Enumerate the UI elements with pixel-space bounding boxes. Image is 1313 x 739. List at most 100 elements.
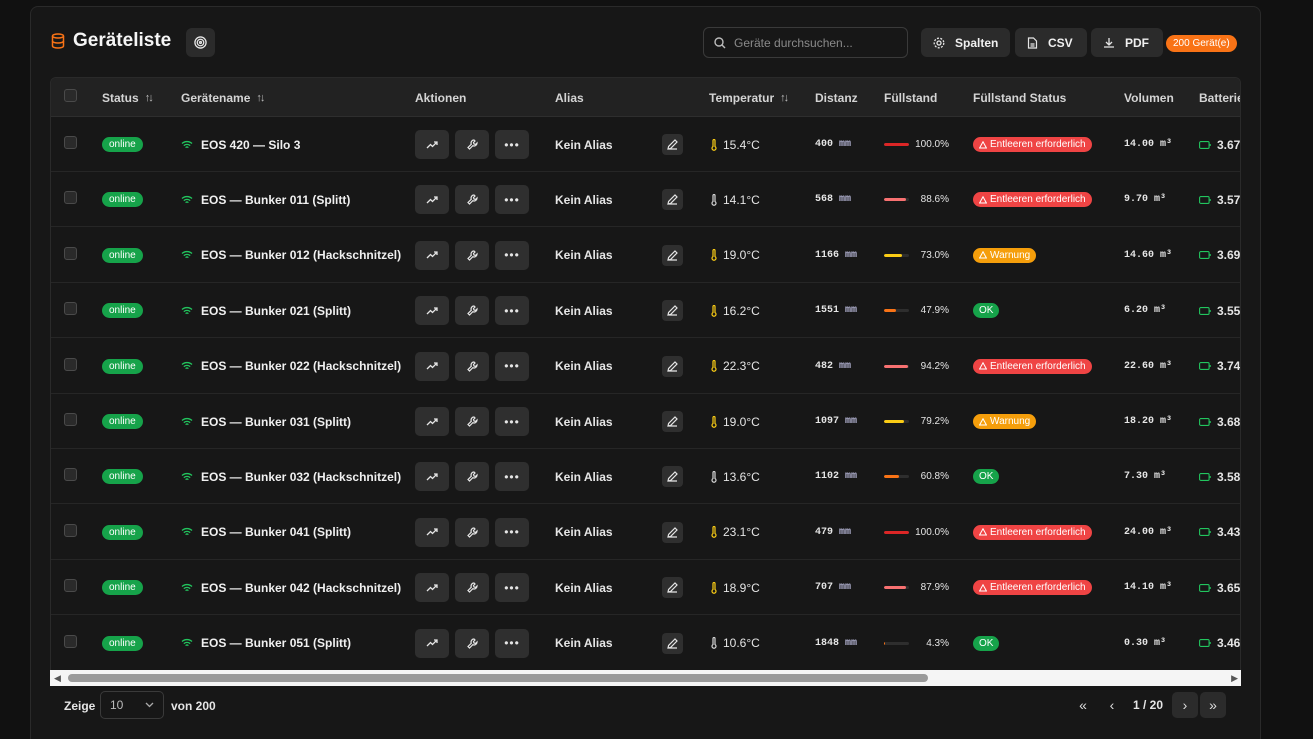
first-page-button[interactable]: « [1070,692,1096,718]
config-button[interactable] [455,351,489,381]
table-row[interactable]: online EOS — Bunker 031 (Splitt) ••• Kein A… [51,394,1240,449]
temperature-cell: 19.0°C [711,394,760,449]
chart-button[interactable] [415,240,449,270]
next-page-button[interactable]: › [1172,692,1198,718]
config-button[interactable] [455,407,489,436]
edit-alias-button[interactable] [662,577,683,599]
col-temperature[interactable]: Temperatur ↑↓ [709,91,789,105]
table-row[interactable]: online EOS — Bunker 032 (Hackschnitzel) ••… [51,449,1240,505]
config-button[interactable] [455,517,489,547]
columns-button[interactable]: Spalten [921,28,1011,57]
more-button[interactable]: ••• [495,407,529,436]
edit-alias-button[interactable] [662,189,683,211]
edit-alias-button[interactable] [662,632,683,654]
row-checkbox[interactable] [64,468,77,482]
row-checkbox[interactable] [64,579,77,593]
row-checkbox[interactable] [64,634,77,648]
more-button[interactable]: ••• [495,240,529,270]
device-name-cell[interactable]: EOS — Bunker 042 (Hackschnitzel) [181,560,401,615]
row-checkbox[interactable] [64,136,77,149]
chart-button[interactable] [415,517,449,547]
temperature-cell: 14.1°C [711,172,760,227]
device-name-cell[interactable]: EOS — Bunker 022 (Hackschnitzel) [181,339,401,394]
config-button[interactable] [455,628,489,658]
config-button[interactable] [455,573,489,603]
config-button[interactable] [455,296,489,326]
search-input[interactable] [734,35,894,50]
alias-cell: Kein Alias [555,505,613,560]
device-name-cell[interactable]: EOS — Bunker 051 (Splitt) [181,616,351,671]
edit-alias-button[interactable] [662,355,683,377]
device-name-cell[interactable]: EOS — Bunker 012 (Hackschnitzel) [181,228,401,283]
pdf-button[interactable]: PDF [1091,28,1163,57]
fill-cell: 94.2% [884,339,949,394]
table-row[interactable]: online EOS 420 — Silo 3 ••• Kein Alias 15.4°… [51,117,1240,172]
more-button[interactable]: ••• [495,296,529,326]
table-row[interactable]: online EOS — Bunker 012 (Hackschnitzel) ••… [51,228,1240,283]
device-name-cell[interactable]: EOS 420 — Silo 3 [181,117,300,172]
config-button[interactable] [455,130,489,159]
page-size-select[interactable]: 10 [100,691,164,719]
status-cell: online [102,339,143,394]
col-status-label: Status [102,91,139,105]
row-checkbox[interactable] [64,357,77,371]
chart-button[interactable] [415,351,449,381]
row-checkbox[interactable] [64,302,77,316]
chart-button[interactable] [415,628,449,658]
config-button[interactable] [455,462,489,492]
scroll-thumb[interactable] [68,674,928,682]
chart-button[interactable] [415,462,449,492]
chart-button[interactable] [415,407,449,436]
device-name-cell[interactable]: EOS — Bunker 031 (Splitt) [181,394,351,449]
more-button[interactable]: ••• [495,462,529,492]
battery-cell: 3.68 [1199,394,1240,449]
config-button[interactable] [455,185,489,215]
edit-alias-button[interactable] [662,244,683,266]
edit-alias-button[interactable] [662,134,683,155]
table-row[interactable]: online EOS — Bunker 011 (Splitt) ••• Kein A… [51,172,1240,228]
fill-status-cell: Entleeren erforderlich [973,172,1092,227]
row-checkbox[interactable] [64,413,77,426]
col-status[interactable]: Status ↑↓ [102,91,154,105]
more-button[interactable]: ••• [495,351,529,381]
edit-alias-button[interactable] [662,466,683,488]
battery-icon [1199,140,1211,149]
device-name-cell[interactable]: EOS — Bunker 021 (Splitt) [181,283,351,338]
edit-alias-button[interactable] [662,300,683,322]
row-checkbox[interactable] [64,191,77,205]
table-row[interactable]: online EOS — Bunker 041 (Splitt) ••• Kein A… [51,505,1240,560]
row-checkbox[interactable] [64,246,77,260]
config-button[interactable] [455,240,489,270]
chart-button[interactable] [415,573,449,603]
horizontal-scrollbar[interactable]: ◀ ▶ [50,670,1241,686]
distance-cell: 482 mm [815,339,851,394]
sensor-toggle-button[interactable] [186,28,215,57]
table-row[interactable]: online EOS — Bunker 021 (Splitt) ••• Kein A… [51,283,1240,339]
select-all-checkbox[interactable] [64,89,77,102]
chart-button[interactable] [415,130,449,159]
prev-page-button[interactable]: ‹ [1099,692,1125,718]
scroll-right-icon[interactable]: ▶ [1231,673,1238,684]
table-row[interactable]: online EOS — Bunker 022 (Hackschnitzel) ••… [51,339,1240,394]
more-button[interactable]: ••• [495,573,529,603]
pencil-icon [667,305,678,316]
more-button[interactable]: ••• [495,130,529,159]
device-name-cell[interactable]: EOS — Bunker 011 (Splitt) [181,172,350,227]
edit-alias-button[interactable] [662,411,683,432]
scroll-left-icon[interactable]: ◀ [54,673,61,684]
device-name-cell[interactable]: EOS — Bunker 041 (Splitt) [181,505,351,560]
device-name-cell[interactable]: EOS — Bunker 032 (Hackschnitzel) [181,449,401,504]
more-button[interactable]: ••• [495,185,529,215]
edit-alias-button[interactable] [662,521,683,543]
col-name[interactable]: Gerätename ↑↓ [181,91,265,105]
chart-button[interactable] [415,185,449,215]
chart-button[interactable] [415,296,449,326]
fill-percent: 79.2% [920,416,949,427]
row-checkbox[interactable] [64,523,77,537]
table-row[interactable]: online EOS — Bunker 051 (Splitt) ••• Kein A… [51,616,1240,671]
last-page-button[interactable]: » [1200,692,1226,718]
more-button[interactable]: ••• [495,628,529,658]
more-button[interactable]: ••• [495,517,529,547]
table-row[interactable]: online EOS — Bunker 042 (Hackschnitzel) ••… [51,560,1240,616]
csv-button[interactable]: CSV [1015,28,1087,57]
